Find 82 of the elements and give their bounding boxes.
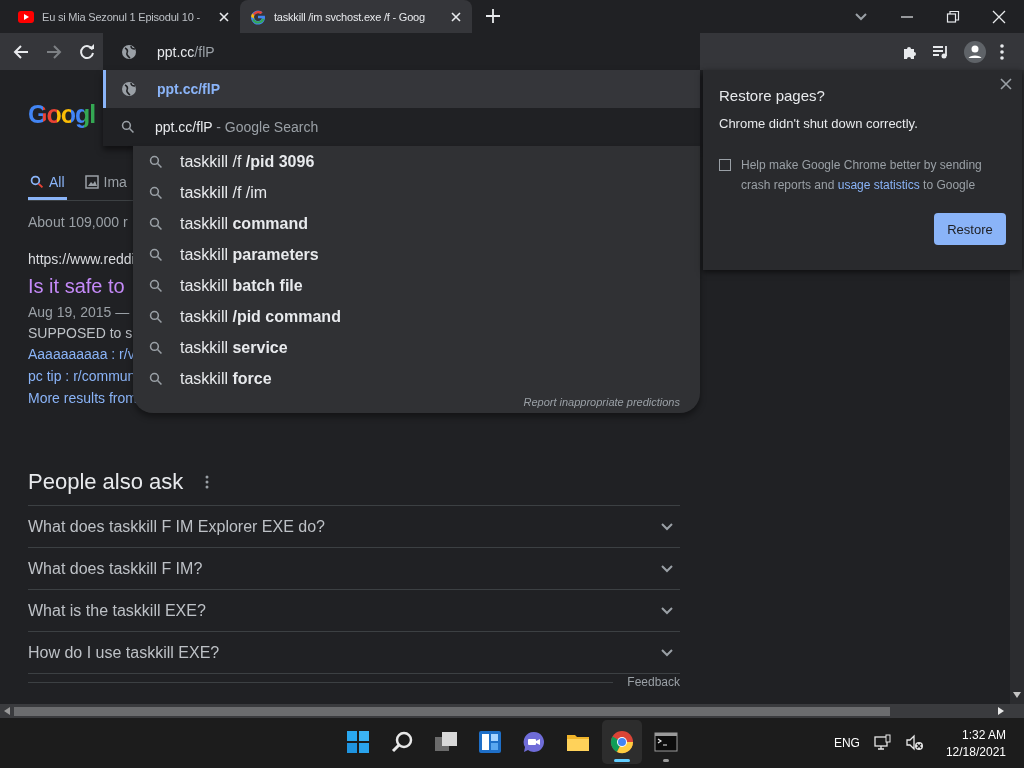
typed-url: ppt.cc — [157, 43, 195, 60]
search-tab[interactable]: All — [28, 166, 67, 200]
restore-button[interactable]: Restore — [934, 213, 1006, 245]
search-icon — [149, 278, 163, 293]
section-heading: People also ask — [28, 469, 184, 495]
scroll-right-arrow-icon[interactable] — [998, 707, 1004, 715]
search-icon — [149, 154, 163, 169]
dialog-message: Chrome didn't shut down correctly. — [719, 116, 919, 131]
new-tab-icon[interactable] — [486, 9, 500, 23]
autocomplete-text: /flP — [194, 43, 215, 60]
result-stats: About 109,000 r — [28, 214, 128, 230]
question-row[interactable]: What is the taskkill EXE? — [28, 590, 680, 632]
checkbox-label: Help make Google Chrome better by sending crash reports and usage statistics to Google — [741, 157, 983, 194]
usage-statistics-link[interactable]: usage statistics — [837, 178, 920, 192]
horizontal-scrollbar[interactable] — [0, 704, 1024, 718]
chat-bubble-icon — [522, 730, 546, 754]
question-row[interactable]: What does taskkill F IM? — [28, 548, 680, 590]
scroll-left-arrow-icon[interactable] — [4, 707, 10, 715]
terminal-window-icon — [654, 730, 678, 754]
language-indicator[interactable]: ENG — [833, 736, 860, 750]
search-suggestion[interactable]: taskkill /pid command — [133, 301, 700, 332]
checkbox[interactable] — [719, 159, 731, 171]
search-suggestion[interactable]: taskkill force — [133, 363, 700, 394]
g-logo-icon — [250, 8, 266, 25]
search-tab[interactable]: Ima — [82, 166, 129, 200]
widgets-icon — [478, 730, 502, 754]
search-suggestion[interactable]: taskkill parameters — [133, 239, 700, 270]
address-bar[interactable]: ppt.cc/flP — [103, 33, 700, 70]
feedback-link[interactable]: Feedback — [613, 675, 680, 689]
sitelink[interactable]: pc tip : r/commun — [28, 368, 136, 385]
globe-icon — [121, 81, 137, 97]
report-link[interactable]: Report inappropriate predictions — [523, 396, 680, 408]
scroll-down-arrow-icon[interactable] — [1013, 692, 1021, 698]
search-icon — [149, 340, 163, 355]
question-row[interactable]: What does taskkill F IM Explorer EXE do? — [28, 506, 680, 548]
search-suggestion[interactable]: taskkill batch file — [133, 270, 700, 301]
search-icon — [390, 730, 414, 754]
network-monitor-icon[interactable] — [873, 734, 892, 752]
chrome-logo-icon — [610, 730, 634, 754]
clock[interactable]: 1:32 AM 12/18/2021 — [945, 727, 1006, 759]
search-icon — [149, 247, 163, 262]
address-suggestion[interactable]: ppt.cc/flP — [103, 70, 700, 108]
address-suggestion[interactable]: ppt.cc/flP - Google Search — [103, 108, 700, 146]
task-view-icon — [434, 730, 458, 754]
more-vertical-icon[interactable] — [205, 475, 210, 489]
tab-title: Eu si Mia Sezonul 1 Episodul 10 - — [42, 10, 200, 23]
search-suggestion[interactable]: taskkill service — [133, 332, 700, 363]
forward-arrow-icon[interactable] — [46, 43, 62, 60]
reload-icon[interactable] — [79, 43, 95, 60]
result-snippet: SUPPOSED to s — [28, 325, 133, 341]
windows-logo-icon — [346, 730, 370, 754]
result-date: Aug 19, 2015 — — [28, 304, 130, 320]
search-icon — [121, 120, 135, 134]
browser-tab[interactable]: Eu si Mia Sezonul 1 Episodul 10 - — [8, 0, 240, 33]
back-arrow-icon[interactable] — [13, 43, 29, 60]
search-icon — [149, 309, 163, 324]
speaker-muted-icon[interactable] — [905, 734, 924, 752]
question-row[interactable]: How do I use taskkill EXE? — [28, 632, 680, 674]
search-suggestion[interactable]: taskkill /f /pid 3096 — [133, 146, 700, 177]
scrollbar-thumb[interactable] — [14, 706, 890, 716]
playlist-music-icon[interactable] — [932, 43, 950, 60]
video-play-icon — [18, 10, 34, 23]
profile-avatar-icon[interactable] — [964, 40, 986, 63]
globe-icon — [121, 43, 137, 60]
restore-icon[interactable] — [946, 9, 960, 24]
dialog-title: Restore pages? — [719, 87, 826, 104]
close-icon[interactable] — [1000, 78, 1012, 90]
browser-tab[interactable]: taskkill /im svchost.exe /f - Goog — [240, 0, 472, 33]
search-icon — [30, 174, 44, 189]
menu-dots-icon[interactable] — [1000, 43, 1004, 60]
search-icon — [149, 216, 163, 231]
taskbar-button[interactable] — [602, 720, 642, 764]
search-suggestion[interactable]: taskkill command — [133, 208, 700, 239]
search-icon — [149, 371, 163, 386]
running-indicator — [614, 759, 630, 762]
result-url: https://www.reddi — [28, 251, 135, 267]
search-suggestion[interactable]: taskkill /f /im — [133, 177, 700, 208]
tab-title: taskkill /im svchost.exe /f - Goog — [274, 10, 425, 23]
image-icon — [84, 174, 99, 189]
running-indicator — [663, 759, 669, 762]
result-title-link[interactable]: Is it safe to — [28, 275, 125, 298]
search-icon — [149, 185, 163, 200]
